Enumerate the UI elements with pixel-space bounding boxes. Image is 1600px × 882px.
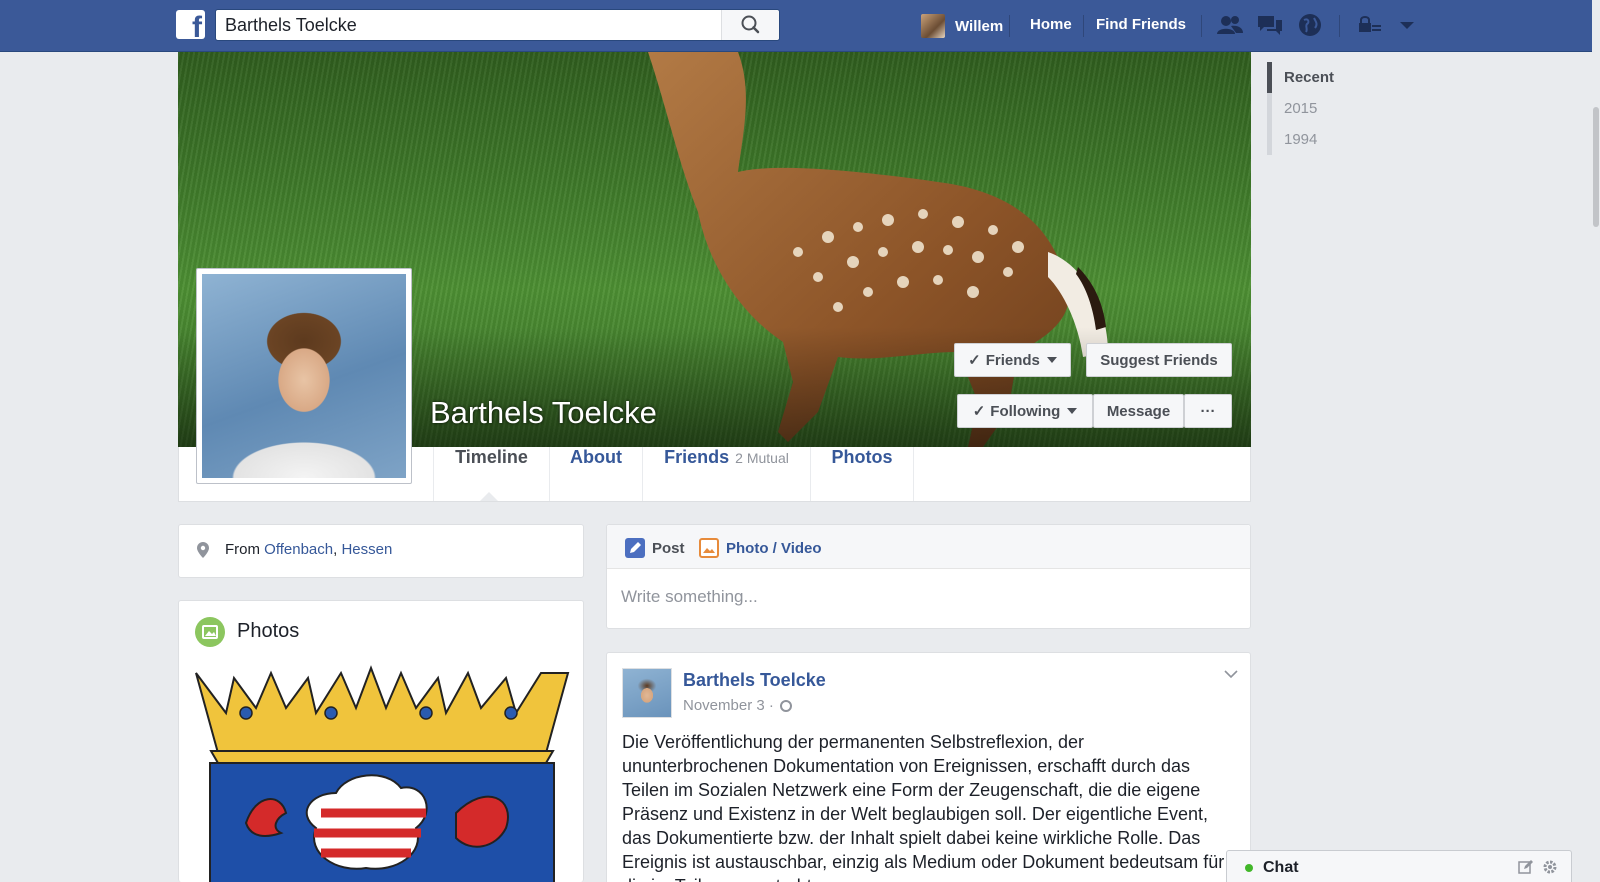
post-author-avatar[interactable] [622,668,672,718]
photos-card-title[interactable]: Photos [237,620,299,643]
post-body-text: Die Veröffentlichung der permanenten Sel… [622,732,1225,882]
dropdown-caret-icon [1046,357,1057,363]
globe-icon[interactable] [779,699,792,712]
tab-friends[interactable]: Friends 2 Mutual [642,447,810,501]
city-link[interactable]: Offenbach [264,541,333,558]
messages-icon[interactable] [1256,12,1284,38]
map-pin-icon [197,542,209,558]
post-meta: November 3 · [683,697,792,714]
gear-icon[interactable] [1542,859,1558,875]
chevron-down-icon[interactable] [1224,669,1238,679]
tab-about[interactable]: About [549,447,642,501]
nav-divider [1009,15,1010,37]
globe-icon[interactable] [1296,12,1324,38]
online-status-dot [1245,864,1253,872]
composer-post-tab[interactable]: Post [625,538,685,558]
more-options-icon: ··· [1200,402,1216,420]
timeline-year-nav: Recent 2015 1994 [1267,62,1387,155]
post-tab-label: Post [652,539,685,557]
checkmark-icon: ✓ [972,403,986,420]
search-icon [741,15,760,34]
post-author-link[interactable]: Barthels Toelcke [683,670,826,691]
message-button[interactable]: Message [1093,394,1184,428]
checkmark-icon: ✓ [968,352,981,369]
profile-picture[interactable] [196,268,412,484]
camera-icon [699,538,719,558]
suggest-friends-button[interactable]: Suggest Friends [1086,343,1232,377]
active-tab-indicator [480,492,498,501]
region-link[interactable]: Hessen [341,541,392,558]
following-button-label: Following [990,402,1061,420]
composer-tabs: Post Photo / Video [607,525,1250,569]
more-options-button[interactable]: ··· [1184,394,1232,428]
year-link-1994[interactable]: 1994 [1267,124,1387,155]
search-button[interactable] [721,10,779,40]
timeline-post: Barthels Toelcke November 3 · Die Veröff… [606,652,1251,882]
search-input[interactable] [216,10,721,40]
facebook-logo-icon[interactable]: f [176,10,205,39]
search-box [215,9,780,41]
nav-divider [1083,15,1084,37]
location-separator: , [333,541,338,558]
status-input[interactable] [621,583,1231,611]
hessen-coat-of-arms-photo[interactable] [186,663,578,882]
chat-label: Chat [1263,859,1299,876]
friends-button-label: Friends [985,351,1040,369]
composer-photo-video-tab[interactable]: Photo / Video [699,538,822,558]
intro-card: From Offenbach, Hessen [178,524,584,578]
tab-photos[interactable]: Photos [810,447,914,501]
chevron-down-icon[interactable] [1393,12,1421,38]
year-link-recent[interactable]: Recent [1267,62,1387,93]
photo-video-tab-label: Photo / Video [726,539,822,557]
from-label: From [225,541,260,558]
dropdown-caret-icon [1067,408,1078,414]
profile-name[interactable]: Barthels Toelcke [430,395,657,431]
message-button-label: Message [1106,402,1171,420]
nav-divider [1201,15,1202,37]
pencil-icon [625,538,645,558]
photos-card: Photos [178,600,584,882]
scrollbar-thumb[interactable] [1593,107,1599,227]
privacy-lock-icon[interactable] [1356,12,1384,38]
profile-link[interactable]: Willem [921,13,1003,39]
compose-icon[interactable] [1518,859,1534,875]
find-friends-link[interactable]: Find Friends [1096,16,1186,33]
profile-photo [202,274,406,478]
post-date-link[interactable]: November 3 · [683,697,774,714]
user-name-link[interactable]: Willem [955,18,1003,35]
top-navigation-bar: f Willem Home Find Friends [0,0,1592,52]
mutual-friends-count: 2 Mutual [735,450,789,466]
hometown-text: From Offenbach, Hessen [225,541,392,558]
nav-divider [1339,15,1340,37]
tab-friends-label: Friends [664,447,730,467]
chat-bar[interactable]: Chat [1226,850,1572,882]
avatar [921,14,945,38]
friend-requests-icon[interactable] [1216,12,1244,38]
home-link[interactable]: Home [1030,16,1072,33]
suggest-friends-label: Suggest Friends [1100,351,1218,369]
friends-button[interactable]: ✓ Friends [954,343,1071,377]
photo-icon [195,617,225,647]
year-link-2015[interactable]: 2015 [1267,93,1387,124]
post-composer: Post Photo / Video [606,524,1251,629]
page-scrollbar[interactable] [1592,52,1600,882]
following-button[interactable]: ✓ Following [957,394,1093,428]
